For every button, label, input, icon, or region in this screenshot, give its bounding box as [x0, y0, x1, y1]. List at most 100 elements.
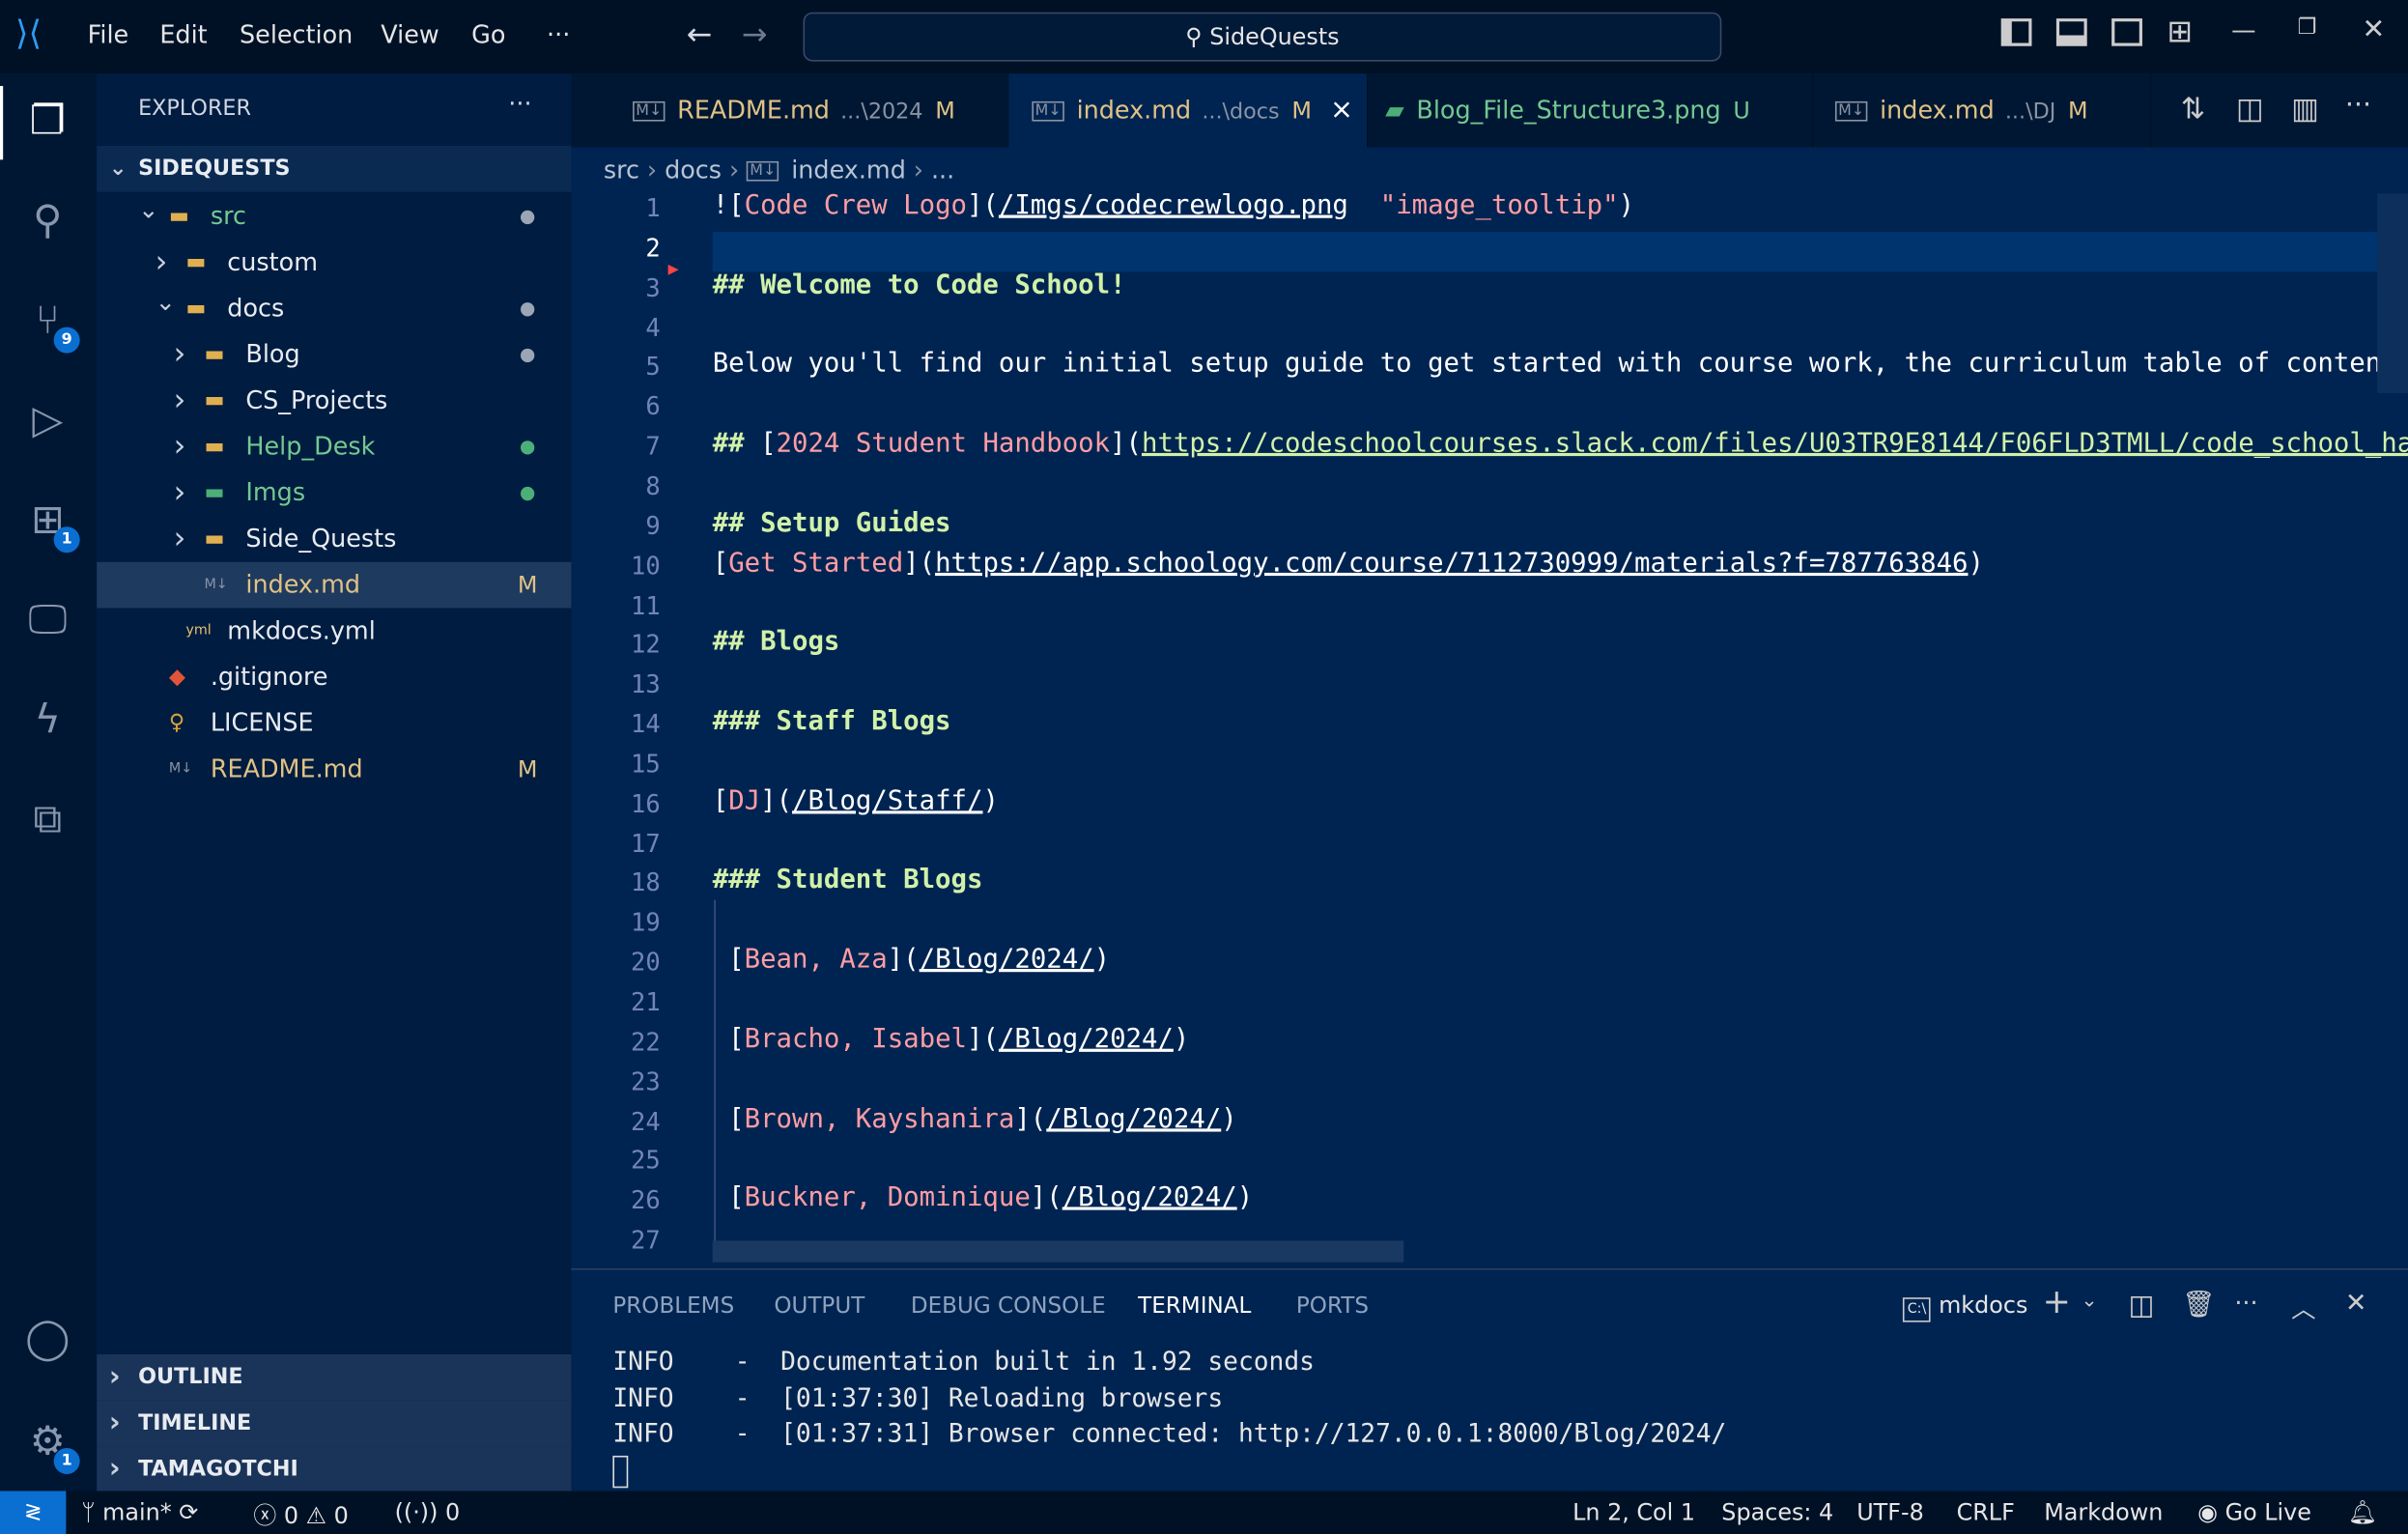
tab-readme-md[interactable]: M↓ README.md ...\2024 M [609, 73, 1011, 148]
end-of-line[interactable]: CRLF [1957, 1498, 2015, 1526]
source-control-icon[interactable]: ⑂ 9 [18, 292, 80, 354]
tree-item-blog[interactable]: › ▬ Blog [97, 331, 571, 378]
split-terminal-icon[interactable]: ◫ [2129, 1290, 2155, 1321]
split-editor-icon[interactable]: ▥ [2291, 92, 2319, 126]
run-debug-icon[interactable]: ▷ [18, 391, 76, 449]
cursor-position[interactable]: Ln 2, Col 1 [1572, 1498, 1695, 1526]
trash-icon[interactable]: 🗑 [2182, 1290, 2215, 1321]
code-line[interactable]: ## [2024 Student Handbook](https://codes… [713, 429, 2408, 460]
panel-tab-ports[interactable]: PORTS [1296, 1294, 1369, 1319]
menu-go[interactable]: Go [471, 20, 505, 49]
chevron-down-icon[interactable]: ⌄ [2081, 1290, 2097, 1313]
code-line[interactable]: ## Setup Guides [713, 508, 951, 539]
panel-tab-problems[interactable]: PROBLEMS [612, 1294, 734, 1319]
bell-icon[interactable]: 🔔︎ [2348, 1498, 2377, 1526]
branch-indicator[interactable]: ᛘ main* ⟳ [81, 1498, 198, 1526]
language-mode[interactable]: Markdown [2044, 1498, 2163, 1526]
thunder-client-icon[interactable]: ϟ [18, 691, 76, 749]
code-line[interactable]: ## Blogs [713, 627, 840, 658]
open-preview-icon[interactable]: ◫ [2236, 92, 2264, 126]
tree-item-docs[interactable]: ⌄ ▬ docs [97, 286, 571, 332]
account-icon[interactable]: ◯ [18, 1310, 76, 1368]
menu-more[interactable]: ··· [547, 20, 570, 49]
code-line[interactable]: [Bracho, Isabel](/Blog/2024/) [713, 1024, 1189, 1055]
tree-item--gitignore[interactable]: ◆ .gitignore [97, 654, 571, 700]
toggle-panel-icon[interactable] [2055, 18, 2087, 46]
menu-file[interactable]: File [88, 20, 129, 49]
remote-indicator-icon[interactable]: ≷ [0, 1491, 67, 1534]
tree-item-readme-md[interactable]: M↓ README.md M [97, 747, 571, 793]
code-line[interactable]: ### Staff Blogs [713, 706, 951, 737]
section-outline[interactable]: › OUTLINE [97, 1354, 572, 1401]
toggle-secondary-sidebar-icon[interactable] [2111, 18, 2142, 46]
tree-item-src[interactable]: ⌄ ▬ src [97, 193, 571, 240]
panel-tab-terminal[interactable]: TERMINAL [1138, 1294, 1251, 1319]
tree-item-imgs[interactable]: › ▬ Imgs [97, 469, 571, 516]
tree-item-license[interactable]: ♀ LICENSE [97, 700, 571, 747]
breadcrumb-item[interactable]: ... [931, 156, 954, 185]
panel-tab-output[interactable]: OUTPUT [774, 1294, 864, 1319]
code-line[interactable]: [Buckner, Dominique](/Blog/2024/) [713, 1182, 1253, 1213]
maximize-panel-icon[interactable]: ︿ [2291, 1289, 2315, 1325]
more-actions-icon[interactable]: ··· [508, 89, 531, 118]
section-tamagotchi[interactable]: › TAMAGOTCHI [97, 1446, 572, 1493]
code-line[interactable]: [Brown, Kayshanira](/Blog/2024/) [713, 1103, 1237, 1134]
problems-indicator[interactable]: ⓧ 0 ⚠ 0 [253, 1498, 348, 1530]
section-timeline[interactable]: › TIMELINE [97, 1400, 572, 1447]
menu-edit[interactable]: Edit [159, 20, 207, 49]
customize-layout-icon[interactable]: ⊞ [2167, 13, 2193, 49]
code-line[interactable]: [Get Started](https://app.schoology.com/… [713, 548, 1984, 579]
restore-icon[interactable]: ❐ [2298, 15, 2317, 40]
toggle-sidebar-icon[interactable] [2000, 18, 2032, 46]
breadcrumb-item[interactable]: docs [665, 156, 722, 185]
breadcrumb-item[interactable]: index.md [791, 156, 906, 185]
gear-icon[interactable]: ⚙ 1 [18, 1412, 80, 1475]
minimize-icon[interactable]: — [2231, 15, 2255, 44]
hierarchy-icon[interactable]: ⧉ [18, 791, 76, 849]
tree-item-side-quests[interactable]: › ▬ Side_Quests [97, 516, 571, 562]
command-center-search[interactable]: ⚲ SideQuests [803, 12, 1722, 62]
tree-item-cs-projects[interactable]: › ▬ CS_Projects [97, 378, 571, 424]
code-line[interactable]: ![Code Crew Logo](/Imgs/codecrewlogo.png… [713, 190, 1634, 221]
close-panel-icon[interactable]: ✕ [2345, 1289, 2367, 1320]
compare-changes-icon[interactable]: ⇅ [2181, 92, 2205, 126]
code-line[interactable]: ### Student Blogs [713, 866, 983, 896]
encoding[interactable]: UTF-8 [1856, 1498, 1924, 1526]
remote-explorer-icon[interactable]: 🖵︎ [18, 591, 76, 649]
menu-view[interactable]: View [381, 20, 439, 49]
search-icon[interactable]: ⚲ [18, 192, 76, 250]
tab-index-md[interactable]: M↓ index.md ...\DJ M [1812, 73, 2152, 148]
tree-item-help-desk[interactable]: › ▬ Help_Desk [97, 424, 571, 470]
close-window-icon[interactable]: ✕ [2362, 14, 2385, 45]
horizontal-scrollbar[interactable] [712, 1240, 1404, 1263]
ports-indicator[interactable]: ((·)) 0 [395, 1498, 461, 1526]
code-line[interactable]: [DJ](/Blog/Staff/) [713, 785, 999, 816]
extensions-icon[interactable]: ⊞ 1 [18, 492, 80, 554]
close-tab-icon[interactable]: × [1330, 94, 1353, 126]
code-line[interactable]: [Bean, Aza](/Blog/2024/) [713, 945, 1110, 976]
code-editor[interactable]: src › docs › M↓ index.md ›... ▶ 1 ![Code Crew L… [571, 147, 2408, 1269]
code-line[interactable]: ## Welcome to Code School! [713, 270, 1126, 300]
line-number: 1 [645, 193, 661, 223]
tree-item-index-md[interactable]: M↓ index.md M [97, 561, 572, 609]
workspace-root[interactable]: ⌄ SIDEQUESTS [97, 146, 572, 192]
breadcrumb-item[interactable]: src [604, 156, 639, 185]
more-actions-icon[interactable]: ··· [2234, 1289, 2257, 1318]
indentation[interactable]: Spaces: 4 [1721, 1498, 1833, 1526]
back-icon[interactable]: ← [687, 15, 713, 52]
tree-item-mkdocs-yml[interactable]: yml mkdocs.yml [97, 608, 571, 654]
tab-blog-file-structure3-png[interactable]: ▰ Blog_File_Structure3.png U [1367, 73, 1814, 148]
panel-tab-debug-console[interactable]: DEBUG CONSOLE [911, 1294, 1106, 1319]
go-live-button[interactable]: ◉ Go Live [2197, 1498, 2311, 1526]
scrollbar[interactable] [2377, 193, 2408, 393]
terminal-selector[interactable]: C:\ mkdocs [1902, 1292, 2027, 1322]
files-icon[interactable]: ❐ [18, 92, 76, 150]
tab-index-md[interactable]: M↓ index.md ...\docs M × [1008, 73, 1369, 148]
new-terminal-icon[interactable]: + [2043, 1284, 2071, 1322]
code-line[interactable]: Below you'll find our initial setup guid… [713, 349, 2408, 380]
git-status-dot [520, 440, 535, 455]
forward-icon[interactable]: → [742, 15, 768, 52]
menu-selection[interactable]: Selection [240, 20, 353, 49]
section-title: OUTLINE [138, 1365, 243, 1390]
more-actions-icon[interactable]: ··· [2345, 89, 2371, 121]
